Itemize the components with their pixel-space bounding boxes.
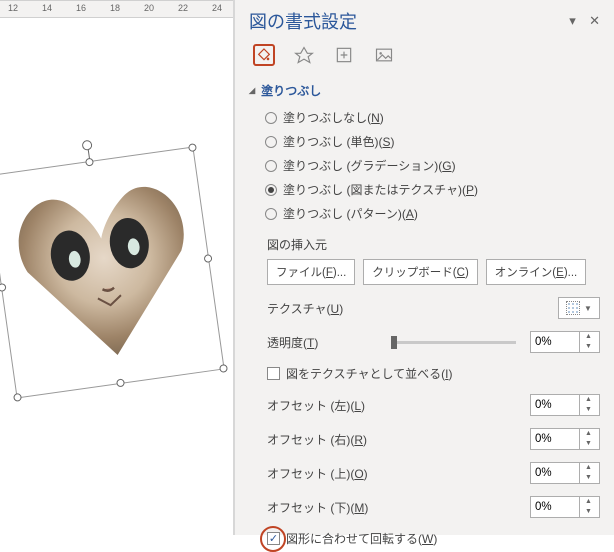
ruler-mark: 24 (212, 3, 222, 13)
spinner-down-icon[interactable]: ▼ (580, 342, 597, 352)
spinner-down-icon[interactable]: ▼ (580, 473, 597, 483)
format-picture-pane: 図の書式設定 ▾ ✕ 塗りつぶし 塗りつぶしなし(N) 塗りつぶし (単色)(S… (234, 0, 614, 535)
document-canvas[interactable]: 12 14 16 18 20 22 24 (0, 0, 234, 535)
offset-bottom-label: オフセット (下)(M) (267, 499, 395, 516)
spinner-up-icon[interactable]: ▲ (580, 395, 597, 405)
insert-from-label: 図の挿入元 (267, 236, 600, 253)
texture-picker-button[interactable]: ▼ (558, 297, 600, 319)
resize-handle[interactable] (203, 254, 212, 263)
size-properties-tab[interactable] (333, 44, 355, 66)
ruler-mark: 22 (178, 3, 188, 13)
resize-handle[interactable] (116, 378, 125, 387)
rotation-handle[interactable] (81, 140, 92, 151)
spinner-up-icon[interactable]: ▲ (580, 497, 597, 507)
texture-label: テクスチャ(U) (267, 300, 377, 317)
resize-handle[interactable] (85, 158, 94, 167)
resize-handle[interactable] (219, 364, 228, 373)
fill-picture-texture-radio[interactable]: 塗りつぶし (図またはテクスチャ)(P) (265, 181, 600, 198)
offset-bottom-spinner[interactable]: ▲▼ (530, 496, 600, 518)
ruler-mark: 20 (144, 3, 154, 13)
insert-from-online-button[interactable]: オンライン(E)... (486, 259, 586, 285)
offset-left-label: オフセット (左)(L) (267, 397, 395, 414)
format-category-tabs (253, 44, 600, 66)
effects-tab[interactable] (293, 44, 315, 66)
ruler-mark: 18 (110, 3, 120, 13)
horizontal-ruler: 12 14 16 18 20 22 24 (0, 0, 233, 18)
spinner-up-icon[interactable]: ▲ (580, 463, 597, 473)
ruler-mark: 12 (8, 3, 18, 13)
selected-heart-shape[interactable] (0, 146, 225, 398)
picture-tab[interactable] (373, 44, 395, 66)
transparency-value[interactable] (531, 332, 579, 352)
panel-menu-dropdown-icon[interactable]: ▾ (569, 13, 576, 28)
transparency-label: 透明度(T) (267, 334, 377, 351)
transparency-slider[interactable] (391, 341, 516, 344)
resize-handle[interactable] (13, 393, 22, 402)
spinner-down-icon[interactable]: ▼ (580, 405, 597, 415)
fill-solid-radio[interactable]: 塗りつぶし (単色)(S) (265, 133, 600, 150)
offset-top-spinner[interactable]: ▲▼ (530, 462, 600, 484)
spinner-up-icon[interactable]: ▲ (580, 429, 597, 439)
spinner-up-icon[interactable]: ▲ (580, 332, 597, 342)
fill-pattern-radio[interactable]: 塗りつぶし (パターン)(A) (265, 205, 600, 222)
offset-left-spinner[interactable]: ▲▼ (530, 394, 600, 416)
rotate-with-shape-checkbox[interactable]: ✓ 図形に合わせて回転する(W) (267, 530, 600, 547)
chevron-down-icon: ▼ (584, 304, 592, 313)
offset-right-label: オフセット (右)(R) (267, 431, 395, 448)
offset-top-label: オフセット (上)(O) (267, 465, 395, 482)
transparency-spinner[interactable]: ▲▼ (530, 331, 600, 353)
ruler-mark: 14 (42, 3, 52, 13)
spinner-down-icon[interactable]: ▼ (580, 439, 597, 449)
tile-as-texture-checkbox[interactable]: 図をテクスチャとして並べる(I) (267, 365, 600, 382)
spinner-down-icon[interactable]: ▼ (580, 507, 597, 517)
close-panel-icon[interactable]: ✕ (589, 13, 600, 28)
fill-none-radio[interactable]: 塗りつぶしなし(N) (265, 109, 600, 126)
insert-from-clipboard-button[interactable]: クリップボード(C) (363, 259, 478, 285)
fill-and-line-tab[interactable] (253, 44, 275, 66)
offset-right-spinner[interactable]: ▲▼ (530, 428, 600, 450)
panel-title: 図の書式設定 (249, 8, 357, 34)
fill-gradient-radio[interactable]: 塗りつぶし (グラデーション)(G) (265, 157, 600, 174)
resize-handle[interactable] (188, 143, 197, 152)
insert-from-file-button[interactable]: ファイル(F)... (267, 259, 355, 285)
ruler-mark: 16 (76, 3, 86, 13)
texture-swatch-icon (566, 301, 580, 315)
heart-picture-fill (0, 154, 217, 389)
fill-section-header[interactable]: 塗りつぶし (249, 82, 600, 99)
resize-handle[interactable] (0, 282, 7, 291)
